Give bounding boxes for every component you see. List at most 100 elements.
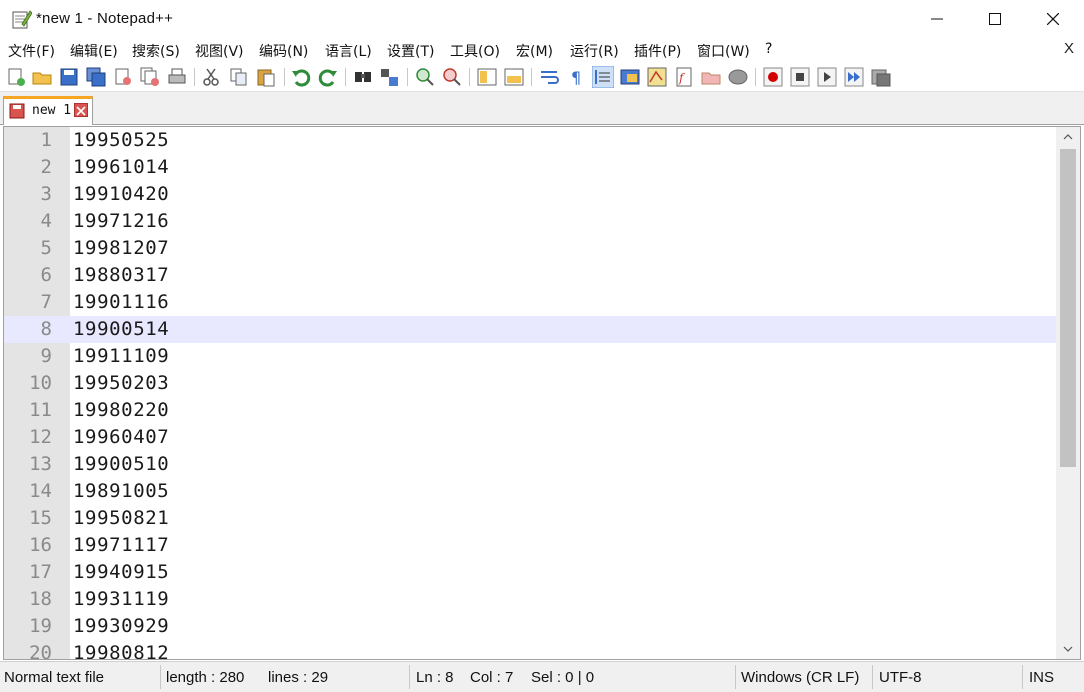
cut-icon[interactable]: [200, 66, 222, 88]
status-encoding[interactable]: UTF-8: [879, 669, 922, 686]
editor-line[interactable]: 9 19911109: [4, 343, 1056, 370]
line-text[interactable]: 19900514: [73, 318, 169, 340]
editor-line[interactable]: 20 19980812: [4, 640, 1056, 659]
line-text[interactable]: 19931119: [73, 588, 169, 610]
menu-settings[interactable]: 设置(T): [387, 41, 434, 61]
show-all-chars-icon[interactable]: ¶: [565, 66, 587, 88]
minimize-button[interactable]: [908, 0, 966, 38]
line-text[interactable]: 19971117: [73, 534, 169, 556]
status-eol[interactable]: Windows (CR LF): [741, 669, 859, 686]
run-macro-multiple-icon[interactable]: [843, 66, 865, 88]
editor-line[interactable]: 13 19900510: [4, 451, 1056, 478]
doc-map-icon[interactable]: [646, 66, 668, 88]
folder-workspace-icon[interactable]: [700, 66, 722, 88]
line-text[interactable]: 19961014: [73, 156, 169, 178]
save-icon[interactable]: [58, 66, 80, 88]
stop-record-icon[interactable]: [789, 66, 811, 88]
print-icon[interactable]: [166, 66, 188, 88]
status-insert-mode[interactable]: INS: [1029, 669, 1054, 686]
close-all-icon[interactable]: [139, 66, 161, 88]
user-lang-icon[interactable]: [619, 66, 641, 88]
indent-guide-icon[interactable]: [592, 66, 614, 88]
editor-line[interactable]: 14 19891005: [4, 478, 1056, 505]
record-macro-icon[interactable]: [762, 66, 784, 88]
editor-line[interactable]: 16 19971117: [4, 532, 1056, 559]
line-text[interactable]: 19950821: [73, 507, 169, 529]
menu-plugins[interactable]: 插件(P): [634, 41, 681, 61]
menu-language[interactable]: 语言(L): [325, 41, 372, 61]
tab-close-button[interactable]: [74, 103, 88, 117]
zoom-out-icon[interactable]: [441, 66, 463, 88]
menu-macro[interactable]: 宏(M): [516, 41, 553, 61]
line-text[interactable]: 19960407: [73, 426, 169, 448]
editor-line[interactable]: 11 19980220: [4, 397, 1056, 424]
editor-line[interactable]: 7 19901116: [4, 289, 1056, 316]
scroll-down-button[interactable]: [1056, 639, 1080, 659]
line-text[interactable]: 19880317: [73, 264, 169, 286]
monitoring-icon[interactable]: [727, 66, 749, 88]
menu-window[interactable]: 窗口(W): [697, 41, 750, 61]
close-document-button[interactable]: X: [1064, 40, 1074, 57]
tab-new-1[interactable]: new 1: [3, 96, 93, 125]
line-text[interactable]: 19900510: [73, 453, 169, 475]
line-text[interactable]: 19910420: [73, 183, 169, 205]
zoom-in-icon[interactable]: [414, 66, 436, 88]
editor-line[interactable]: 6 19880317: [4, 262, 1056, 289]
line-text[interactable]: 19930929: [73, 615, 169, 637]
find-icon[interactable]: [352, 66, 374, 88]
close-window-button[interactable]: [1024, 0, 1082, 38]
editor-line[interactable]: 2 19961014: [4, 154, 1056, 181]
menu-search[interactable]: 搜索(S): [132, 41, 180, 61]
editor[interactable]: 1 19950525 2 19961014 3 19910420 4 19971216 5 199…: [3, 126, 1081, 660]
play-macro-icon[interactable]: [816, 66, 838, 88]
line-text[interactable]: 19981207: [73, 237, 169, 259]
vertical-scrollbar[interactable]: [1056, 127, 1080, 659]
new-file-icon[interactable]: [5, 66, 27, 88]
menu-tools[interactable]: 工具(O): [450, 41, 500, 61]
sync-vertical-icon[interactable]: [476, 66, 498, 88]
status-sel: Sel : 0 | 0: [531, 669, 595, 686]
editor-line[interactable]: 8 19900514: [4, 316, 1056, 343]
scroll-up-button[interactable]: [1056, 127, 1080, 147]
line-text[interactable]: 19891005: [73, 480, 169, 502]
line-text[interactable]: 19980220: [73, 399, 169, 421]
maximize-button[interactable]: [966, 0, 1024, 38]
editor-line[interactable]: 18 19931119: [4, 586, 1056, 613]
word-wrap-icon[interactable]: [538, 66, 560, 88]
line-text[interactable]: 19950203: [73, 372, 169, 394]
menu-run[interactable]: 运行(R): [570, 41, 619, 61]
line-text[interactable]: 19980812: [73, 642, 169, 659]
editor-line[interactable]: 19 19930929: [4, 613, 1056, 640]
close-file-icon[interactable]: [112, 66, 134, 88]
save-all-icon[interactable]: [85, 66, 107, 88]
svg-text:¶: ¶: [571, 68, 581, 87]
sync-horizontal-icon[interactable]: [503, 66, 525, 88]
redo-icon[interactable]: [317, 66, 339, 88]
scroll-thumb[interactable]: [1060, 149, 1076, 467]
line-text[interactable]: 19950525: [73, 129, 169, 151]
editor-line[interactable]: 12 19960407: [4, 424, 1056, 451]
editor-line[interactable]: 15 19950821: [4, 505, 1056, 532]
menu-help[interactable]: ?: [765, 41, 772, 57]
editor-line[interactable]: 1 19950525: [4, 127, 1056, 154]
copy-icon[interactable]: [228, 66, 250, 88]
line-text[interactable]: 19901116: [73, 291, 169, 313]
menu-edit[interactable]: 编辑(E): [70, 41, 118, 61]
editor-line[interactable]: 17 19940915: [4, 559, 1056, 586]
save-macro-icon[interactable]: [870, 66, 892, 88]
editor-line[interactable]: 4 19971216: [4, 208, 1056, 235]
editor-line[interactable]: 3 19910420: [4, 181, 1056, 208]
line-text[interactable]: 19971216: [73, 210, 169, 232]
function-list-icon[interactable]: f: [673, 66, 695, 88]
menu-file[interactable]: 文件(F): [8, 41, 55, 61]
editor-line[interactable]: 5 19981207: [4, 235, 1056, 262]
line-text[interactable]: 19911109: [73, 345, 169, 367]
menu-view[interactable]: 视图(V): [195, 41, 244, 61]
editor-line[interactable]: 10 19950203: [4, 370, 1056, 397]
line-text[interactable]: 19940915: [73, 561, 169, 583]
replace-icon[interactable]: [379, 66, 401, 88]
open-file-icon[interactable]: [31, 66, 53, 88]
paste-icon[interactable]: [255, 66, 277, 88]
undo-icon[interactable]: [290, 66, 312, 88]
menu-encoding[interactable]: 编码(N): [259, 41, 308, 61]
